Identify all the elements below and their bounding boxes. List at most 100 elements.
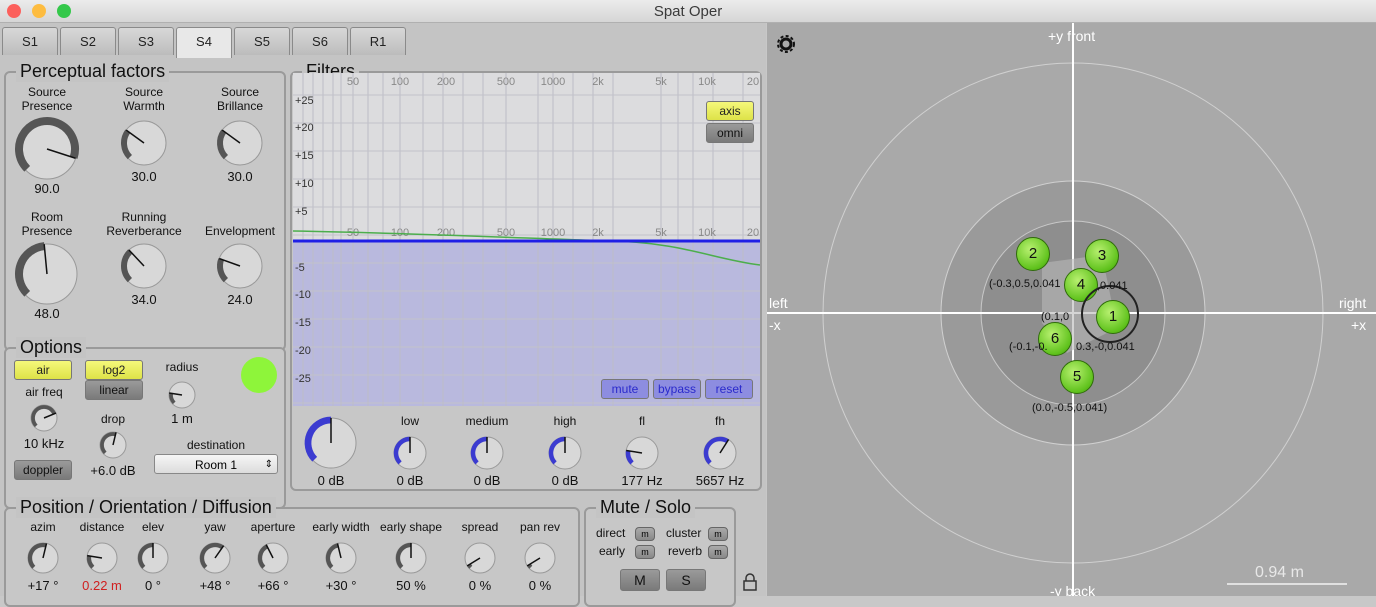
freq-tick-label: 200 — [437, 76, 455, 88]
window-title: Spat Oper — [653, 3, 723, 20]
gear-icon[interactable] — [777, 35, 795, 58]
solo-button[interactable]: S — [666, 569, 706, 591]
tab-s2[interactable]: S2 — [60, 27, 116, 55]
log2-button[interactable]: log2 — [85, 360, 143, 380]
direct-mute-button[interactable]: m — [635, 527, 655, 541]
spatial-map[interactable] — [767, 23, 1376, 596]
air-freq-knob[interactable] — [26, 400, 62, 441]
lock-icon[interactable] — [742, 573, 758, 591]
control-panel: S1 S2 S3 S4 S5 S6 R1 Perceptual factors … — [0, 23, 766, 607]
source-5[interactable]: 5 — [1060, 360, 1094, 394]
perceptual-knob-label: Envelopment — [204, 224, 276, 238]
mute-filter-button[interactable]: mute — [601, 379, 649, 399]
position-knob-6[interactable] — [391, 538, 431, 583]
filter-response-plot[interactable]: 5050100100200200500500100010002k2k5k5k10… — [293, 73, 760, 406]
source-1-coord-a: (0.1,0 — [1041, 311, 1070, 323]
filter-knob-2[interactable] — [466, 432, 508, 479]
linear-button[interactable]: linear — [85, 380, 143, 400]
filter-knob-label: low — [400, 414, 419, 428]
tab-s6[interactable]: S6 — [292, 27, 348, 55]
scale-label: 0.94 m — [1255, 564, 1304, 581]
tab-s3[interactable]: S3 — [118, 27, 174, 55]
filter-knob-value: 0 dB — [396, 473, 424, 488]
perceptual-knob-value: 34.0 — [131, 292, 157, 307]
freq-tick-label: 50 — [347, 76, 359, 88]
reset-filter-button[interactable]: reset — [705, 379, 753, 399]
position-knob-3[interactable] — [195, 538, 235, 583]
omni-button[interactable]: omni — [706, 123, 754, 143]
filter-knob-3[interactable] — [544, 432, 586, 479]
perceptual-knob-0[interactable] — [12, 114, 82, 189]
filter-knob-0[interactable] — [301, 413, 361, 478]
spatial-view[interactable]: +y front -y back left -x right +x 0.94 m… — [767, 23, 1376, 596]
air-button[interactable]: air — [14, 360, 72, 380]
db-tick-label: +15 — [295, 150, 314, 162]
position-knob-value: 0 % — [528, 578, 552, 593]
reverb-label: reverb — [668, 544, 703, 558]
scale-bar — [1227, 583, 1347, 585]
position-knob-4[interactable] — [253, 538, 293, 583]
axis-button[interactable]: axis — [706, 101, 754, 121]
filter-knob-4[interactable] — [621, 432, 663, 479]
position-knob-7[interactable] — [460, 538, 500, 583]
early-mute-button[interactable]: m — [635, 545, 655, 559]
neg-x-label: -x — [769, 317, 781, 333]
source-3-coord: ,0.041 — [1097, 280, 1128, 292]
filter-graph[interactable]: 50 50 100 100 200 200 500 500 1000 1000 2k 2k 5k 5k 10… — [293, 73, 760, 406]
freq-tick-label: 500 — [497, 76, 515, 88]
source-tabs: S1 S2 S3 S4 S5 S6 R1 — [2, 27, 408, 58]
filter-knob-5[interactable] — [699, 432, 741, 479]
tab-s4[interactable]: S4 — [176, 27, 232, 58]
perceptual-knob-1[interactable] — [117, 116, 171, 175]
position-knob-5[interactable] — [321, 538, 361, 583]
position-knob-1[interactable] — [82, 538, 122, 583]
freq-tick-label-mid: 10k — [698, 227, 716, 239]
filter-knob-value: 0 dB — [473, 473, 501, 488]
mute-all-button[interactable]: M — [620, 569, 660, 591]
source-3[interactable]: 3 — [1085, 239, 1119, 273]
window-titlebar: Spat Oper — [0, 0, 1376, 23]
reverb-mute-button[interactable]: m — [708, 545, 728, 559]
position-knob-label: early width — [312, 520, 370, 534]
perceptual-knob-3[interactable] — [12, 239, 82, 314]
doppler-button[interactable]: doppler — [14, 460, 72, 480]
db-tick-label: +10 — [295, 178, 314, 190]
right-axis-label: right — [1339, 295, 1367, 311]
perceptual-knob-2[interactable] — [213, 116, 267, 175]
position-knob-2[interactable] — [133, 538, 173, 583]
radius-knob[interactable] — [164, 377, 200, 418]
radius-label: radius — [165, 360, 199, 374]
perceptual-knob-value: 30.0 — [131, 169, 157, 184]
options-title: Options — [16, 337, 87, 358]
filter-knob-1[interactable] — [389, 432, 431, 479]
db-tick-label: -25 — [295, 373, 311, 385]
db-tick-label: -15 — [295, 317, 311, 329]
tab-r1[interactable]: R1 — [350, 27, 406, 55]
filter-knob-value: 0 dB — [551, 473, 579, 488]
selected-source-ring — [1081, 285, 1139, 343]
db-tick-label: +20 — [295, 122, 314, 134]
db-tick-label: -5 — [295, 262, 305, 274]
destination-select[interactable]: Room 1 ⇕ — [154, 454, 278, 474]
back-axis-label: -y back — [1050, 583, 1096, 596]
perceptual-knob-4[interactable] — [117, 239, 171, 298]
perceptual-knob-5[interactable] — [213, 239, 267, 298]
position-knob-0[interactable] — [23, 538, 63, 583]
perceptual-factors-title: Perceptual factors — [16, 61, 170, 82]
tab-s5[interactable]: S5 — [234, 27, 290, 55]
position-knob-8[interactable] — [520, 538, 560, 583]
bypass-filter-button[interactable]: bypass — [653, 379, 701, 399]
early-label: early — [599, 544, 626, 558]
filter-knob-label: medium — [465, 414, 509, 428]
drop-knob[interactable] — [95, 427, 131, 468]
perceptual-knob-label: Running Reverberance — [106, 210, 182, 238]
source-6-coord: (-0.1,-0. — [1009, 341, 1048, 353]
db-tick-label: +5 — [295, 206, 308, 218]
source-1-coord-b: 0.3,-0,0.041 — [1076, 341, 1135, 353]
freq-tick-label: 2k — [592, 76, 604, 88]
freq-tick-label: 100 — [391, 76, 409, 88]
cluster-mute-button[interactable]: m — [708, 527, 728, 541]
tab-s1[interactable]: S1 — [2, 27, 58, 55]
perceptual-knob-value: 24.0 — [227, 292, 253, 307]
source-2[interactable]: 2 — [1016, 237, 1050, 271]
